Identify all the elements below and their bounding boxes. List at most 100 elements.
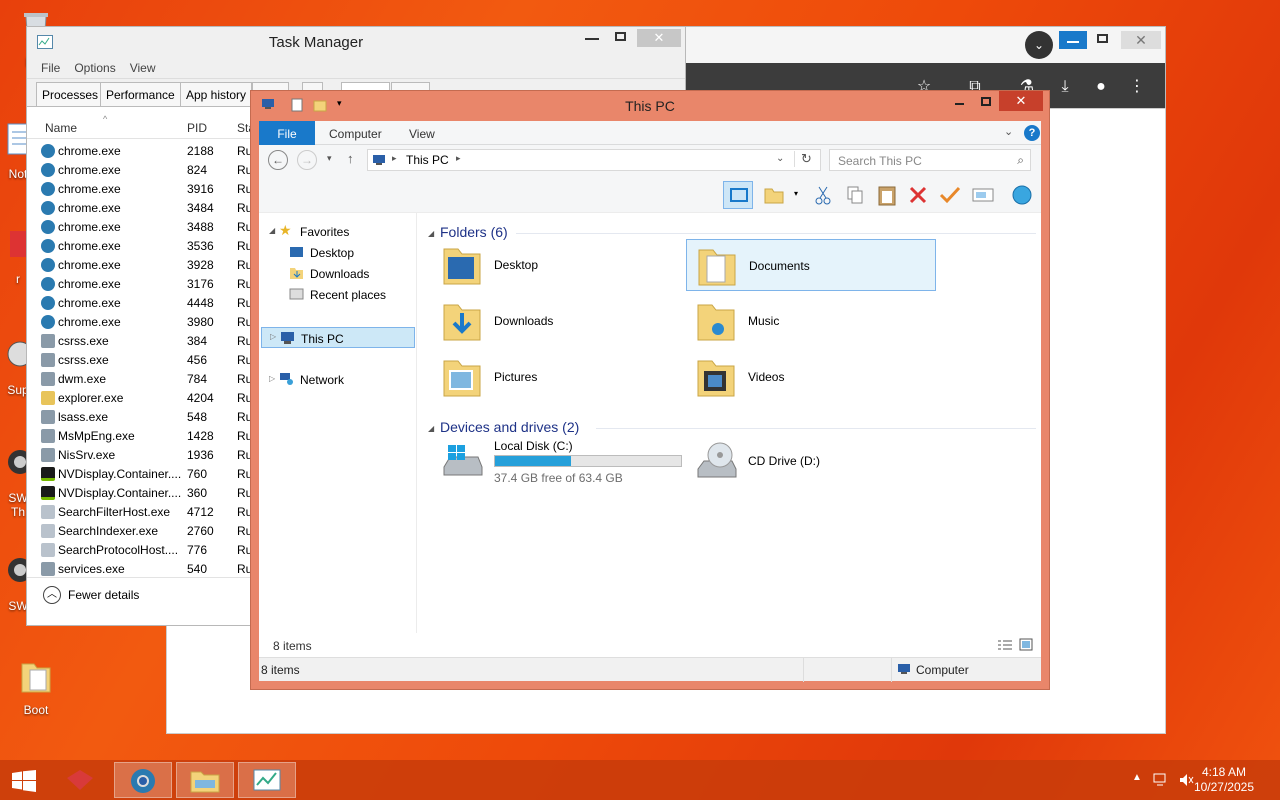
minimize-button[interactable] [1059, 31, 1087, 49]
folder-pictures[interactable]: Pictures [432, 351, 682, 403]
table-row[interactable]: NVDisplay.Container.... 760 Ru [27, 465, 257, 484]
table-row[interactable]: SearchFilterHost.exe 4712 Ru [27, 503, 257, 522]
folder-music[interactable]: Music [686, 295, 936, 347]
start-button[interactable] [0, 762, 48, 798]
column-pid[interactable]: PID [187, 121, 207, 135]
globe-icon[interactable] [1011, 185, 1033, 205]
table-row[interactable]: NVDisplay.Container.... 360 Ru [27, 484, 257, 503]
table-row[interactable]: chrome.exe 3484 Ru [27, 199, 257, 218]
nav-network[interactable]: ▷ Network [259, 369, 417, 390]
table-row[interactable]: chrome.exe 4448 Ru [27, 294, 257, 313]
system-clock[interactable]: 4:18 AM 10/27/2025 [1194, 765, 1254, 795]
nav-favorites[interactable]: ◢ ★ Favorites [259, 221, 417, 242]
profile-icon[interactable]: ● [1091, 77, 1111, 97]
new-folder-icon[interactable] [763, 185, 785, 205]
rename-icon[interactable] [972, 188, 994, 202]
folder-desktop[interactable]: Desktop [432, 239, 682, 291]
recent-locations-icon[interactable]: ▾ [327, 153, 332, 164]
group-header-folders[interactable]: Folders (6) [440, 224, 508, 240]
tab-performance[interactable]: Performance [100, 82, 181, 107]
folder-videos[interactable]: Videos [686, 351, 936, 403]
table-row[interactable]: explorer.exe 4204 Ru [27, 389, 257, 408]
cut-icon[interactable] [815, 185, 831, 205]
drive-cd-d[interactable]: CD Drive (D:) [686, 435, 936, 487]
table-row[interactable]: chrome.exe 3928 Ru [27, 256, 257, 275]
desktop-icon-boot[interactable]: Boot [6, 656, 66, 717]
table-row[interactable]: SearchProtocolHost.... 776 Ru [27, 541, 257, 560]
up-arrow-icon[interactable]: ↑ [347, 151, 354, 166]
search-input[interactable]: Search This PC ⌕ [829, 149, 1031, 171]
taskbar-app-task-manager[interactable] [238, 762, 296, 798]
folder-downloads[interactable]: Downloads [432, 295, 682, 347]
address-dropdown-icon[interactable]: ⌄ [776, 153, 784, 164]
collapse-group-icon[interactable]: ◢ [428, 229, 434, 238]
paste-icon[interactable] [877, 184, 897, 206]
taskbar-app-explorer[interactable] [176, 762, 234, 798]
volume-muted-icon[interactable] [1178, 772, 1194, 788]
taskbar-app-chrome[interactable] [114, 762, 172, 798]
address-bar[interactable]: ▸ This PC ▸ ⌄ ↻ [367, 149, 821, 171]
nav-recent-places[interactable]: Recent places [259, 284, 417, 305]
delete-icon[interactable] [909, 186, 927, 204]
table-row[interactable]: chrome.exe 3916 Ru [27, 180, 257, 199]
menu-file[interactable]: File [41, 61, 60, 75]
table-row[interactable]: csrss.exe 384 Ru [27, 332, 257, 351]
table-row[interactable]: dwm.exe 784 Ru [27, 370, 257, 389]
table-row[interactable]: lsass.exe 548 Ru [27, 408, 257, 427]
maximize-button[interactable] [981, 97, 991, 106]
taskbar-app-toolbox[interactable] [52, 762, 110, 798]
details-view-icon[interactable] [997, 639, 1013, 651]
copy-icon[interactable] [845, 185, 865, 205]
table-row[interactable]: chrome.exe 3980 Ru [27, 313, 257, 332]
drive-local-disk-c[interactable]: Local Disk (C:) 37.4 GB free of 63.4 GB [432, 435, 682, 487]
column-name[interactable]: Name [45, 121, 77, 135]
chrome-icon [41, 182, 55, 196]
download-icon[interactable]: ⤓ [1055, 77, 1075, 97]
table-row[interactable]: chrome.exe 824 Ru [27, 161, 257, 180]
tab-app-history[interactable]: App history [180, 82, 253, 107]
table-row[interactable]: csrss.exe 456 Ru [27, 351, 257, 370]
network-tray-icon[interactable] [1152, 772, 1170, 788]
table-row[interactable]: chrome.exe 3176 Ru [27, 275, 257, 294]
back-button[interactable]: ← [268, 150, 288, 170]
close-button[interactable]: ✕ [637, 29, 681, 47]
tiles-view-icon[interactable] [1019, 638, 1033, 651]
collapse-group-icon[interactable]: ◢ [428, 424, 434, 433]
preview-pane-button[interactable] [723, 181, 753, 209]
more-menu-icon[interactable]: ⋮ [1127, 77, 1147, 97]
table-row[interactable]: chrome.exe 2188 Ru [27, 142, 257, 161]
show-hidden-icons[interactable]: ▲ [1132, 772, 1142, 783]
folder-documents[interactable]: Documents [686, 239, 936, 291]
table-row[interactable]: MsMpEng.exe 1428 Ru [27, 427, 257, 446]
minimize-button[interactable] [955, 103, 964, 105]
nav-this-pc[interactable]: ▷ This PC [261, 327, 415, 348]
expand-ribbon-icon[interactable]: ⌄ [1004, 125, 1013, 138]
ribbon-tab-file[interactable]: File [259, 121, 315, 145]
table-row[interactable]: NisSrv.exe 1936 Ru [27, 446, 257, 465]
group-header-drives[interactable]: Devices and drives (2) [440, 419, 579, 435]
maximize-button[interactable] [1089, 31, 1117, 49]
tab-processes[interactable]: Processes [36, 82, 105, 107]
tab-search-button[interactable]: ⌄ [1025, 31, 1053, 59]
checkmark-icon[interactable] [939, 186, 961, 204]
menu-options[interactable]: Options [74, 61, 115, 75]
refresh-icon[interactable]: ↻ [794, 151, 812, 167]
forward-button[interactable]: → [297, 150, 317, 170]
menu-view[interactable]: View [130, 61, 156, 75]
ribbon-tab-computer[interactable]: Computer [317, 121, 394, 145]
close-button[interactable]: ✕ [999, 91, 1043, 111]
breadcrumb-this-pc[interactable]: This PC [406, 153, 449, 167]
table-row[interactable]: chrome.exe 3488 Ru [27, 218, 257, 237]
help-icon[interactable]: ? [1024, 125, 1040, 141]
close-button[interactable]: ✕ [1121, 31, 1161, 49]
nav-desktop[interactable]: Desktop [259, 242, 417, 263]
nav-downloads[interactable]: Downloads [259, 263, 417, 284]
ribbon-tab-view[interactable]: View [397, 121, 447, 145]
collapse-icon[interactable]: ︿ [43, 586, 61, 604]
table-row[interactable]: chrome.exe 3536 Ru [27, 237, 257, 256]
minimize-button[interactable] [585, 38, 599, 40]
table-row[interactable]: SearchIndexer.exe 2760 Ru [27, 522, 257, 541]
maximize-button[interactable] [615, 32, 626, 41]
fewer-details-link[interactable]: Fewer details [68, 588, 139, 602]
dropdown-arrow-icon[interactable]: ▾ [794, 189, 798, 198]
